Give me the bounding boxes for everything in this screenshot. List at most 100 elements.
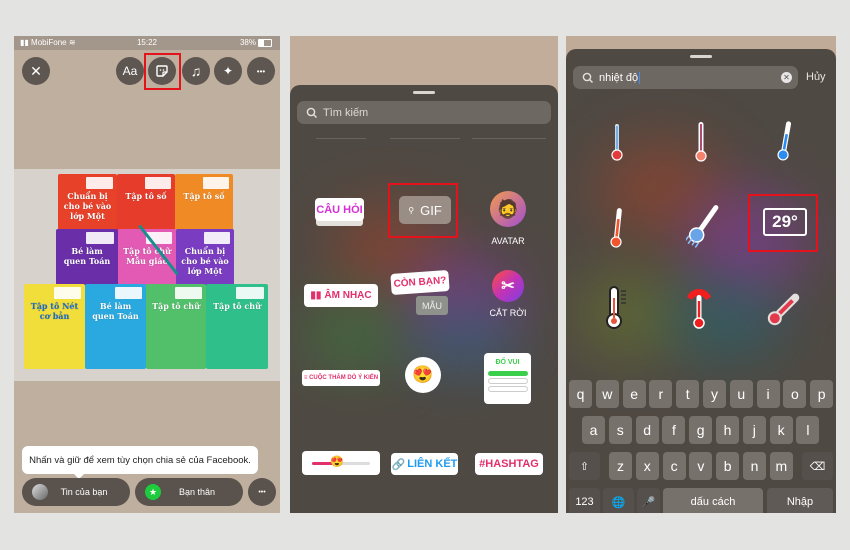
key-i[interactable]: i <box>756 380 780 408</box>
add-yours-label: CÒN BẠN? <box>393 275 447 290</box>
book-cover: Chuẩn bị cho bé vào lớp Một <box>58 174 117 234</box>
delete-key[interactable]: ⌫ <box>802 452 833 480</box>
question-sticker[interactable]: CÂU HỎI <box>315 198 364 221</box>
sheet-grabber[interactable] <box>413 91 435 94</box>
search-icon <box>306 107 317 118</box>
key-t[interactable]: t <box>676 380 700 408</box>
thermometer-striped-sticker[interactable] <box>694 121 708 163</box>
book-cover: Chuẩn bị cho bé vào lớp Một <box>176 229 234 289</box>
key-k[interactable]: k <box>769 416 793 444</box>
close-friends-button[interactable]: ★ Bạn thân <box>135 478 243 506</box>
waveform-icon: ▮▮ <box>310 290 322 301</box>
key-q[interactable]: q <box>569 380 592 408</box>
share-tooltip: Nhấn và giữ để xem tùy chọn chia sẻ của … <box>22 446 258 479</box>
key-u[interactable]: u <box>729 380 753 408</box>
close-icon: ✕ <box>30 62 42 79</box>
template-sticker[interactable]: MẪU <box>416 296 448 315</box>
music-sticker[interactable]: ▮▮ ÂM NHẠC <box>304 284 378 307</box>
close-friends-label: Bạn thân <box>178 487 216 497</box>
key-m[interactable]: m <box>769 452 793 480</box>
your-story-button[interactable]: Tin của bạn <box>22 478 130 506</box>
sticker-tray-panel: Tìm kiếm CÂU HỎI ⚲ GIF 🧔 AVATAR ▮▮ ÂM NHẠC… <box>290 36 558 513</box>
globe-key[interactable]: 🌐 <box>603 488 634 513</box>
search-icon <box>582 72 593 83</box>
battery-icon <box>258 38 272 47</box>
numbers-key[interactable]: 123 <box>569 488 600 513</box>
space-key[interactable]: dấu cách <box>663 488 763 513</box>
key-o[interactable]: o <box>783 380 807 408</box>
key-n[interactable]: n <box>743 452 766 480</box>
effects-button[interactable]: ✦ <box>214 57 242 85</box>
key-x[interactable]: x <box>635 452 659 480</box>
clear-search-icon[interactable]: ✕ <box>781 72 792 83</box>
shift-key[interactable]: ⇧ <box>569 452 600 480</box>
thermometer-frozen-sticker[interactable] <box>684 201 720 251</box>
poll-sticker[interactable]: ≡ CUỘC THĂM DÒ Ý KIẾN <box>302 370 380 386</box>
music-button[interactable]: ♫ <box>182 57 210 85</box>
quiz-sticker[interactable]: ĐỐ VUI <box>484 353 531 404</box>
avatar-sticker[interactable]: 🧔 <box>490 191 526 227</box>
slider-track: 😍 <box>312 456 370 468</box>
key-h[interactable]: h <box>716 416 739 444</box>
book-cover: Tập tô chữ <box>146 284 206 369</box>
thermometer-icon <box>687 289 711 329</box>
thermometer-icon <box>684 205 719 248</box>
key-r[interactable]: r <box>649 380 673 408</box>
avatar <box>32 484 48 500</box>
search-value: nhiệt độ <box>599 71 639 84</box>
thermometer-red-sticker[interactable] <box>610 122 624 162</box>
more-icon: ••• <box>256 66 266 76</box>
key-j[interactable]: j <box>742 416 766 444</box>
text-cursor <box>639 71 641 84</box>
sheet-grabber[interactable] <box>690 55 712 58</box>
music-sticker-label: ÂM NHẠC <box>324 290 372 301</box>
book-cover: Tập tô chữ <box>206 284 268 369</box>
sticker-search-input[interactable]: Tìm kiếm <box>297 101 551 124</box>
search-placeholder: Tìm kiếm <box>323 106 369 119</box>
close-button[interactable]: ✕ <box>22 57 50 85</box>
sticker-search-input[interactable]: nhiệt độ ✕ <box>573 66 798 89</box>
thermometer-blue-sticker[interactable] <box>776 120 794 162</box>
cutout-label: CẮT RỜI <box>489 308 527 318</box>
dictation-key[interactable]: 🎤 <box>637 488 660 513</box>
avatar-label: AVATAR <box>491 236 525 246</box>
link-sticker[interactable]: 🔗 LIÊN KẾT <box>391 453 458 475</box>
book-cover: Bé làm quen Toán <box>56 229 118 289</box>
key-c[interactable]: c <box>662 452 686 480</box>
key-z[interactable]: z <box>609 452 632 480</box>
hashtag-sticker[interactable]: #HASHTAG <box>475 453 543 475</box>
link-icon: 🔗 <box>391 458 406 471</box>
cancel-button[interactable]: Hủy <box>806 71 826 83</box>
share-more-button[interactable]: ••• <box>248 478 276 506</box>
key-p[interactable]: p <box>810 380 834 408</box>
return-key[interactable]: Nhập <box>767 488 833 513</box>
thermometer-tilted-sticker[interactable] <box>764 289 804 329</box>
your-story-label: Tin của bạn <box>60 487 108 497</box>
more-button[interactable]: ••• <box>247 57 275 85</box>
key-a[interactable]: a <box>582 416 605 444</box>
key-l[interactable]: l <box>796 416 820 444</box>
key-d[interactable]: d <box>635 416 659 444</box>
thermometer-icon <box>777 121 792 161</box>
add-yours-sticker[interactable]: CÒN BẠN? <box>390 270 450 295</box>
poll-label: ≡ CUỘC THĂM DÒ Ý KIẾN <box>303 375 379 381</box>
key-w[interactable]: w <box>595 380 619 408</box>
thermometer-orange-sticker[interactable] <box>608 207 626 249</box>
text-tool-button[interactable]: Aa <box>116 57 144 85</box>
key-b[interactable]: b <box>716 452 740 480</box>
key-s[interactable]: s <box>608 416 632 444</box>
key-y[interactable]: y <box>703 380 726 408</box>
key-f[interactable]: f <box>662 416 686 444</box>
thermometer-outline-sticker[interactable] <box>604 286 630 330</box>
cutout-sticker[interactable]: ✂ <box>492 270 524 302</box>
key-v[interactable]: v <box>689 452 713 480</box>
thermometer-hot-sticker[interactable] <box>685 287 713 331</box>
emoji-slider-sticker[interactable]: 😍 <box>302 451 380 475</box>
emoji-slider-reaction-sticker[interactable]: 😍 <box>405 357 441 393</box>
key-g[interactable]: g <box>689 416 713 444</box>
key-e[interactable]: e <box>622 380 646 408</box>
book-cover: Tập tô số <box>117 174 175 234</box>
thermometer-icon <box>767 293 800 326</box>
gif-highlight-box <box>388 183 458 238</box>
status-bar: ▮▮ MobiFone ≋ 15:22 38% <box>14 36 280 50</box>
